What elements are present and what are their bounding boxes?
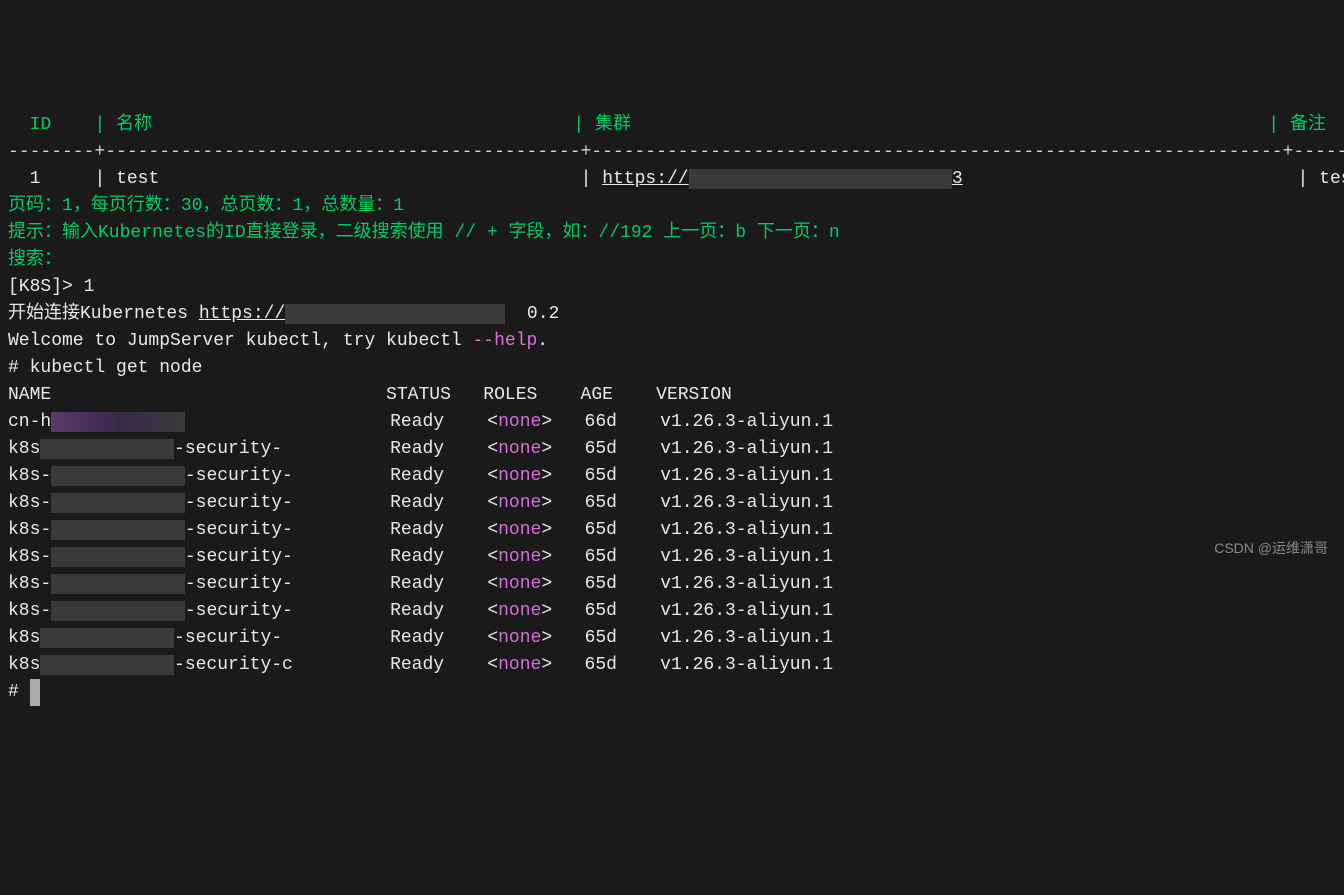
node-row: k8s-xxxxxxxxxxxx-security- Ready <none> … (8, 520, 833, 540)
node-row: k8s-xxxxxxxxxxxx-security- Ready <none> … (8, 601, 833, 621)
command-line: # kubectl get node (8, 358, 202, 378)
hdr-name: NAME (8, 385, 51, 405)
hdr-roles: ROLES (483, 385, 537, 405)
col-remark: 备注 (1290, 115, 1326, 135)
hint-line: 提示：输入Kubernetes的ID直接登录，二级搜索使用 // + 字段，如：… (8, 223, 840, 243)
row-name: test (116, 169, 159, 189)
search-line: 搜索： (8, 250, 62, 270)
node-row: k8s-xxxxxxxxxxxx-security- Ready <none> … (8, 493, 833, 513)
row-id: 1 (30, 169, 41, 189)
welcome-line: Welcome to JumpServer kubectl, try kubec… (8, 331, 548, 351)
pagination-line: 页码：1，每页行数：30，总页数：1，总数量：1 (8, 196, 404, 216)
terminal-output[interactable]: ID | 名称 | 集群 | 备注 --------+-------------… (8, 112, 1336, 706)
table-header-row: ID | 名称 | 集群 | 备注 (8, 115, 1326, 135)
table-divider: --------+-------------------------------… (8, 142, 1344, 162)
cursor (30, 679, 40, 706)
table-row: 1 | test | https://xxxxxxxxxxxxxxxxxxxxx… (8, 169, 1344, 189)
node-row: k8s-xxxxxxxxxxxx-security- Ready <none> … (8, 574, 833, 594)
node-row: cn-hxxxxxxxxxxxx Ready <none> 66d v1.26.… (8, 412, 833, 432)
row-cluster-url: https:// (602, 169, 688, 189)
node-row: k8s-xxxxxxxxxxxx-security- Ready <none> … (8, 466, 833, 486)
row-remark: test (1319, 169, 1344, 189)
final-prompt[interactable]: # (8, 682, 40, 702)
node-row: k8s-xxxxxxxxxxxx-security- Ready <none> … (8, 547, 833, 567)
shell-prompt: [K8S]> (8, 277, 84, 297)
col-id: ID (30, 115, 52, 135)
hdr-status: STATUS (386, 385, 451, 405)
col-name: 名称 (116, 115, 152, 135)
watermark: CSDN @运维潇哥 (1214, 538, 1328, 559)
node-rows-container: cn-hxxxxxxxxxxxx Ready <none> 66d v1.26.… (8, 409, 1336, 679)
prompt-line[interactable]: [K8S]> 1 (8, 277, 94, 297)
col-cluster: 集群 (595, 115, 631, 135)
node-row: k8sxxxxxxxxxxxx-security-c Ready <none> … (8, 655, 833, 675)
prompt-input: 1 (84, 277, 95, 297)
node-row: k8sxxxxxxxxxxxx-security- Ready <none> 6… (8, 628, 833, 648)
hdr-version: VERSION (656, 385, 732, 405)
node-table-header: NAME STATUS ROLES AGE VERSION (8, 385, 732, 405)
connecting-line: 开始连接Kubernetes https://xxxxxxxxxxxxxxxxx… (8, 304, 559, 324)
hdr-age: AGE (581, 385, 613, 405)
node-row: k8sxxxxxxxxxxxx-security- Ready <none> 6… (8, 439, 833, 459)
